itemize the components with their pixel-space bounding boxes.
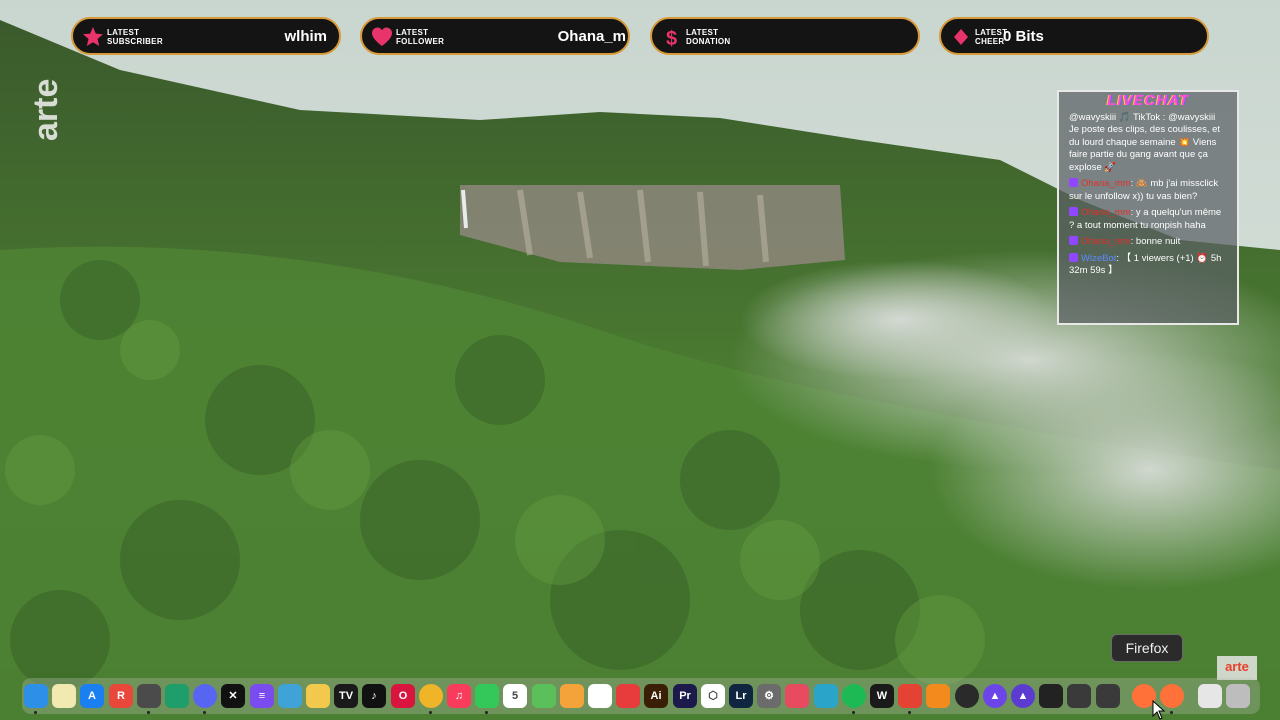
twitch-badge-icon <box>1069 207 1078 216</box>
maps-icon[interactable] <box>532 684 556 708</box>
chat-username[interactable]: WizeBot <box>1081 253 1116 264</box>
running-indicator <box>429 711 432 714</box>
alert-value: wlhim <box>284 28 327 45</box>
heart-icon <box>372 27 392 46</box>
running-indicator <box>147 711 150 714</box>
running-indicator <box>203 711 206 714</box>
alert-label: LATEST SUBSCRIBER <box>107 28 163 46</box>
livechat-title: LIVECHAT <box>1107 92 1189 109</box>
messages-icon[interactable] <box>475 684 499 708</box>
running-indicator <box>34 711 37 714</box>
latest-subscriber-alert: LATEST SUBSCRIBER wlhim <box>71 17 341 55</box>
chat-username[interactable]: Ohana_mm <box>1081 236 1131 247</box>
spotify-icon[interactable] <box>842 684 866 708</box>
arte-logo-text: arte <box>30 79 64 141</box>
utility-icon[interactable] <box>1096 684 1120 708</box>
diamond-icon <box>954 29 968 45</box>
arte-corner-logo: arte <box>1217 656 1257 680</box>
twitch-badge-icon <box>1069 252 1078 262</box>
dollar-icon: $ <box>666 28 677 48</box>
chat-message: Ohana_mm: y a quelqu'un même ? a tout mo… <box>1069 207 1227 232</box>
reminders-icon[interactable] <box>588 684 612 708</box>
latest-donation-alert: $ LATEST DONATION <box>650 17 920 55</box>
svg-text:$: $ <box>666 28 677 48</box>
chat-message: @wavyskiii 🎵 TikTok : @wavyskiii Je post… <box>1069 112 1227 175</box>
preview-icon[interactable] <box>278 684 302 708</box>
chat-message: WizeBot: 【 1 viewers (+1) ⏰ 5h 32m 59s 】 <box>1069 252 1227 278</box>
todoist-icon[interactable] <box>898 684 922 708</box>
chat-username[interactable]: Ohana_mm <box>1081 207 1131 218</box>
monitor-icon[interactable] <box>1039 684 1063 708</box>
running-indicator <box>1170 711 1173 714</box>
alert-label: LATEST FOLLOWER <box>396 28 445 46</box>
waves-icon[interactable]: W <box>870 684 894 708</box>
running-indicator <box>908 711 911 714</box>
news-icon[interactable] <box>616 684 640 708</box>
arc-icon[interactable]: ▲ <box>983 684 1007 708</box>
proxyman-icon[interactable] <box>814 684 838 708</box>
chat-message: Ohana_mm: 🙈 mb j'ai missclick sur le unf… <box>1069 178 1227 203</box>
obs-icon[interactable] <box>955 684 979 708</box>
tradingview-icon[interactable]: TV <box>334 684 358 708</box>
aftershock-icon[interactable]: ▲ <box>1011 684 1035 708</box>
notes-icon[interactable] <box>52 684 76 708</box>
app-store-icon[interactable]: A <box>80 684 104 708</box>
capcut-icon[interactable]: ✕ <box>221 684 245 708</box>
downloads-icon[interactable] <box>1198 684 1222 708</box>
running-indicator <box>852 711 855 714</box>
livechat-panel: LIVECHAT @wavyskiii 🎵 TikTok : @wavyskii… <box>1057 90 1239 325</box>
latest-cheer-alert: LATEST CHEER 0 Bits <box>939 17 1209 55</box>
dock-tooltip: Firefox <box>1111 634 1183 662</box>
chrome-icon[interactable] <box>419 684 443 708</box>
alert-label: LATEST DONATION <box>686 28 731 46</box>
money-icon[interactable] <box>306 684 330 708</box>
lightroom-icon[interactable]: Lr <box>729 684 753 708</box>
system-prefs-icon[interactable]: ⚙ <box>757 684 781 708</box>
chat-message-text: @wavyskiii 🎵 TikTok : @wavyskiii Je post… <box>1069 111 1221 173</box>
trash-icon[interactable] <box>1226 684 1250 708</box>
alert-value: Ohana_m <box>557 28 626 45</box>
gauge-icon[interactable] <box>1067 684 1091 708</box>
music-icon[interactable]: ♫ <box>447 684 471 708</box>
photos-icon[interactable] <box>560 684 584 708</box>
arte-logo: arte <box>30 79 64 141</box>
finder-icon[interactable] <box>24 684 48 708</box>
star-icon <box>83 27 103 46</box>
tiktok-icon[interactable]: ♪ <box>362 684 386 708</box>
activity-icon[interactable] <box>137 684 161 708</box>
running-indicator <box>485 711 488 714</box>
latest-follower-alert: LATEST FOLLOWER Ohana_m <box>360 17 630 55</box>
chat-message-text: : bonne nuit <box>1130 236 1181 247</box>
lines-icon[interactable]: ≡ <box>250 684 274 708</box>
reeder-icon[interactable]: R <box>109 684 133 708</box>
unity-icon[interactable]: ⬡ <box>701 684 725 708</box>
twitch-badge-icon <box>1069 178 1078 187</box>
opera-icon[interactable]: O <box>391 684 415 708</box>
terminal-app-icon[interactable] <box>165 684 189 708</box>
alert-value: 0 Bits <box>1003 28 1044 45</box>
toggl-icon[interactable] <box>785 684 809 708</box>
chat-message: Ohana_mm: bonne nuit <box>1069 236 1227 249</box>
premiere-icon[interactable]: Pr <box>673 684 697 708</box>
chat-username[interactable]: Ohana_mm <box>1081 178 1131 189</box>
discord-icon[interactable] <box>193 684 217 708</box>
illustrator-icon[interactable]: Ai <box>644 684 668 708</box>
twitch-badge-icon <box>1069 236 1078 245</box>
calendar-icon[interactable]: 5 <box>503 684 527 708</box>
mouse-cursor-icon <box>1152 700 1166 720</box>
fl-studio-icon[interactable] <box>926 684 950 708</box>
